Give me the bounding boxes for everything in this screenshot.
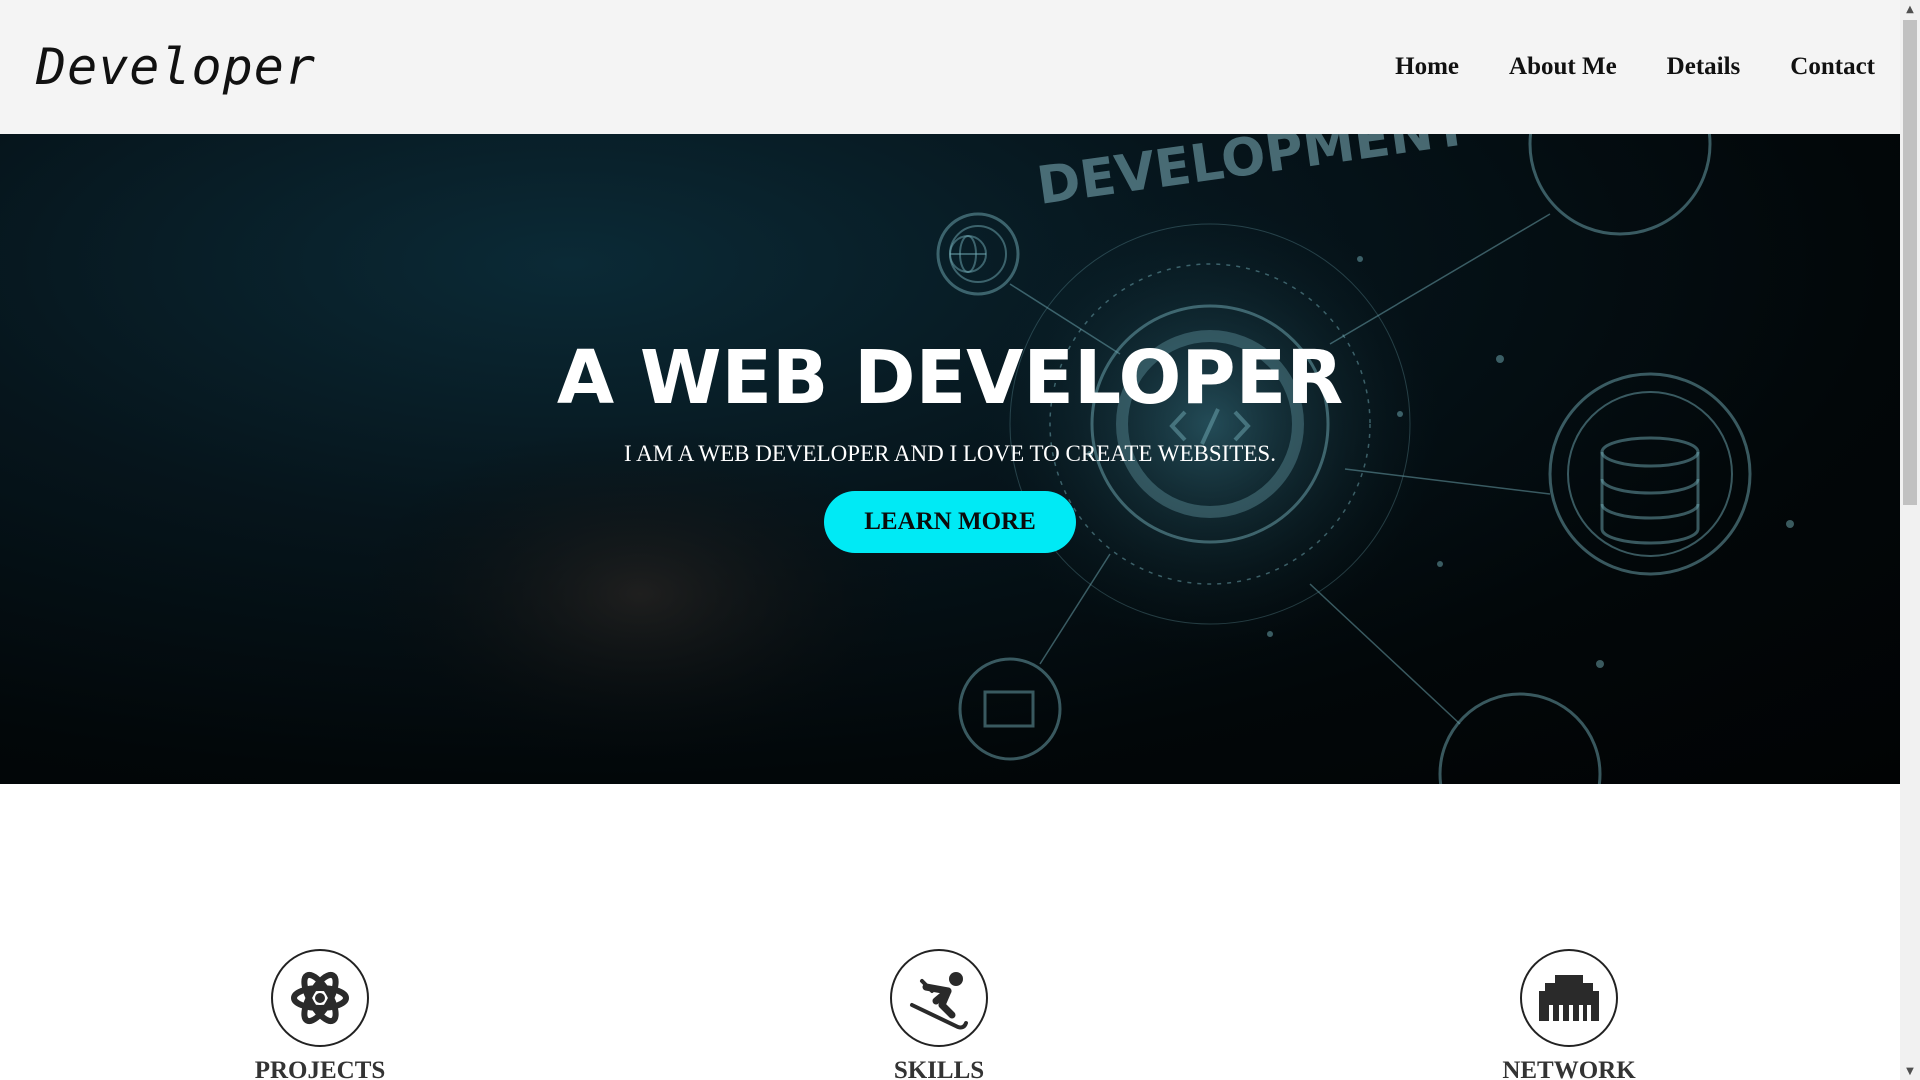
feature-skills[interactable]: SKILLS (809, 949, 1069, 1080)
feature-label: PROJECTS (254, 1057, 386, 1080)
hero-subtitle: I AM A WEB DEVELOPER AND I LOVE TO CREAT… (624, 441, 1276, 466)
site-header: Developer Home About Me Details Contact (0, 0, 1900, 134)
scrollbar-thumb[interactable] (1903, 20, 1917, 505)
nav-details[interactable]: Details (1667, 53, 1741, 81)
nav-contact[interactable]: Contact (1790, 53, 1875, 81)
hero-section: DEVELOPMENT A WEB DEVELOPER I AM A WEB D… (0, 134, 1900, 784)
atom-icon (271, 949, 369, 1047)
feature-label: SKILLS (893, 1057, 985, 1080)
feature-label: NETWORK (1502, 1057, 1636, 1080)
skier-icon (890, 949, 988, 1047)
hero-content: A WEB DEVELOPER I AM A WEB DEVELOPER AND… (0, 134, 1900, 784)
hero-title: A WEB DEVELOPER (556, 335, 1344, 421)
feature-network[interactable]: NETWORK (1439, 949, 1699, 1080)
learn-more-button[interactable]: LEARN MORE (824, 491, 1076, 553)
scroll-up-arrow-icon[interactable]: ▲ (1900, 0, 1920, 18)
scroll-down-arrow-icon[interactable]: ▼ (1900, 1062, 1920, 1080)
nav-home[interactable]: Home (1395, 53, 1459, 81)
ethernet-icon (1520, 949, 1618, 1047)
feature-projects[interactable]: PROJECTS (190, 949, 450, 1080)
nav-about-me[interactable]: About Me (1509, 53, 1617, 81)
vertical-scrollbar[interactable]: ▲ ▼ (1900, 0, 1920, 1080)
features-section: PROJECTS SKILLS NETWORK (0, 784, 1900, 1080)
site-logo[interactable]: Developer (36, 38, 316, 96)
main-nav: Home About Me Details Contact (1395, 53, 1875, 81)
